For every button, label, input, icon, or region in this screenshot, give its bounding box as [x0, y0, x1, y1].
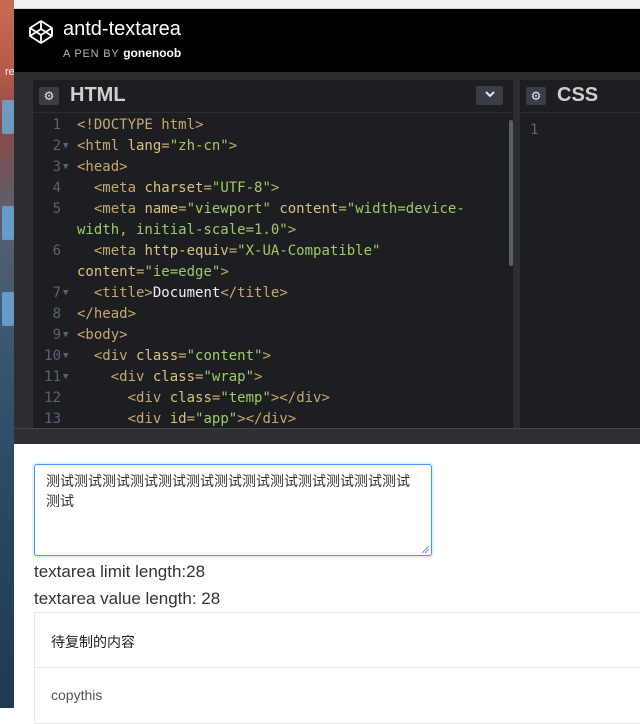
line-number: 11	[44, 369, 61, 385]
code-text: <meta charset="UTF-8">	[93, 180, 280, 196]
fold-arrow-icon[interactable]: ▼	[63, 325, 68, 346]
fold-arrow-icon[interactable]: ▼	[63, 157, 68, 178]
code-text: <div id="app"></div>	[127, 411, 297, 427]
value-length-label: textarea value length: 28	[34, 589, 221, 608]
css-panel-header: ⚙ CSS	[520, 80, 640, 113]
desktop-icon[interactable]	[2, 100, 14, 134]
fold-arrow-icon[interactable]: ▼	[63, 346, 68, 367]
html-panel-menu-button[interactable]	[476, 86, 503, 105]
result-preview: 测试测试测试测试测试测试测试测试测试测试测试测试测试测试 textarea li…	[14, 444, 640, 724]
code-text: <div class="wrap">	[110, 369, 263, 385]
codepen-logo-icon[interactable]	[28, 19, 54, 45]
line-number: 12	[44, 390, 61, 406]
pen-author-link[interactable]: gonenoob	[123, 46, 181, 60]
html-panel-header: ⚙ HTML	[33, 80, 513, 113]
code-text: <!DOCTYPE html>	[77, 117, 204, 133]
code-text: <meta name="viewport" content="width=dev…	[93, 201, 465, 217]
fold-arrow-icon[interactable]: ▼	[63, 283, 68, 304]
chevron-down-icon	[484, 91, 495, 98]
html-code-editor[interactable]: 1 <!DOCTYPE html> 2 ▼ <html lang="zh-cn"> 3 ▼ <…	[33, 113, 513, 428]
line-number: 6	[52, 243, 61, 259]
html-settings-button[interactable]: ⚙	[39, 87, 59, 105]
line-number: 3	[52, 159, 61, 175]
copy-card: 待复制的内容 copythis	[34, 612, 640, 724]
html-panel-title: HTML	[70, 84, 126, 106]
line-number: 5	[52, 201, 61, 217]
desktop-icon[interactable]	[2, 206, 14, 240]
code-text: <head>	[77, 159, 128, 175]
pen-title[interactable]: antd-textarea	[63, 18, 181, 41]
card-header: 待复制的内容	[35, 613, 640, 668]
code-text: content="ie=edge">	[77, 264, 229, 280]
gear-icon: ⚙	[43, 89, 55, 103]
css-settings-button[interactable]: ⚙	[526, 87, 546, 105]
gear-icon: ⚙	[530, 89, 542, 103]
code-text: <title>Document</title>	[93, 285, 288, 301]
fold-arrow-icon[interactable]: ▼	[63, 367, 68, 388]
textarea-value: 测试测试测试测试测试测试测试测试测试测试测试测试测试测试	[46, 474, 410, 510]
css-line-number: 1	[530, 122, 539, 138]
browser-toolbar-edge	[14, 0, 640, 9]
fold-arrow-icon[interactable]: ▼	[63, 136, 68, 157]
line-number: 1	[52, 117, 61, 133]
html-editor-panel: ⚙ HTML 1 <!DOCTYPE html> 2 ▼ <html lang="zh-…	[33, 80, 513, 428]
pen-header: antd-textarea A PEN BY gonenoob	[14, 9, 640, 72]
code-text: <div class="content">	[93, 348, 271, 364]
line-number: 4	[52, 180, 61, 196]
resize-grip-icon[interactable]	[421, 545, 429, 553]
desktop-icon[interactable]	[2, 292, 14, 326]
line-number: 13	[44, 411, 61, 427]
line-number: 8	[52, 306, 61, 322]
textarea-input[interactable]: 测试测试测试测试测试测试测试测试测试测试测试测试测试测试	[34, 464, 432, 556]
code-text: </head>	[77, 306, 137, 322]
code-text: <meta http-equiv="X-UA-Compatible"	[93, 243, 381, 259]
code-text: <html lang="zh-cn">	[77, 138, 238, 154]
line-number: 9	[52, 327, 61, 343]
css-editor-panel: ⚙ CSS 1	[520, 80, 640, 428]
line-number: 7	[52, 285, 61, 301]
card-content: copythis	[51, 687, 103, 703]
code-text: <div class="temp"></div>	[127, 390, 330, 406]
card-title: 待复制的内容	[51, 635, 135, 651]
pen-by-prefix: A PEN BY	[63, 48, 120, 60]
editor-area: ⚙ HTML 1 <!DOCTYPE html> 2 ▼ <html lang="zh-…	[14, 72, 640, 428]
line-number: 10	[44, 348, 61, 364]
pen-author-line: A PEN BY gonenoob	[63, 46, 181, 60]
code-text: <body>	[77, 327, 128, 343]
line-number: 2	[52, 138, 61, 154]
code-text: width, initial-scale=1.0">	[77, 222, 297, 238]
limit-length-label: textarea limit length:28	[34, 562, 206, 581]
desktop-background: re	[0, 0, 15, 708]
editor-scrollbar[interactable]	[509, 120, 513, 266]
editor-resize-handle[interactable]	[14, 428, 640, 445]
css-panel-title: CSS	[557, 84, 599, 106]
